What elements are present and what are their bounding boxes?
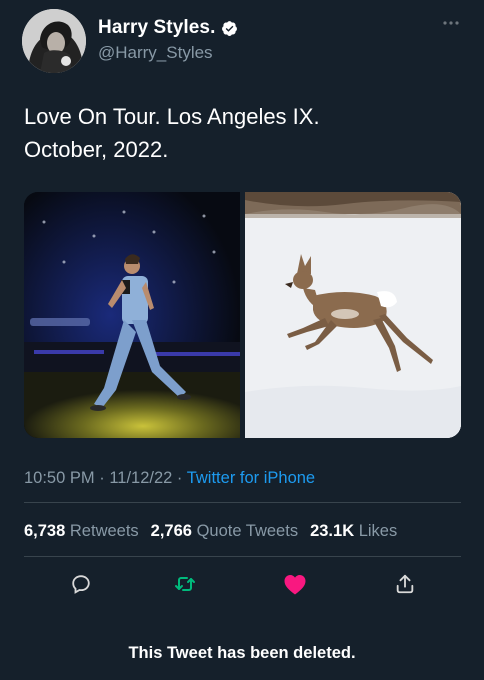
- quotes-label[interactable]: Quote Tweets: [197, 522, 299, 540]
- tweet-date[interactable]: 11/12/22: [109, 469, 172, 487]
- tweet-text: Love On Tour. Los Angeles IX. October, 2…: [24, 100, 454, 166]
- tweet-source-link[interactable]: Twitter for iPhone: [187, 469, 315, 487]
- share-icon[interactable]: [392, 571, 418, 597]
- deer-leaping-in-snow-photo[interactable]: [245, 192, 461, 438]
- tweet-time[interactable]: 10:50 PM: [24, 469, 95, 487]
- tweet-text-line-1: Love On Tour. Los Angeles IX.: [24, 104, 320, 129]
- handle[interactable]: @Harry_Styles: [98, 43, 213, 63]
- retweet-icon[interactable]: [172, 571, 198, 597]
- meta-separator: ·: [176, 469, 183, 487]
- retweets-label[interactable]: Retweets: [70, 522, 139, 540]
- avatar[interactable]: [22, 9, 86, 73]
- tweet-actions: [24, 566, 461, 602]
- divider: [24, 556, 461, 557]
- performer-on-stage-photo[interactable]: [24, 192, 240, 438]
- quotes-count[interactable]: 2,766: [151, 522, 192, 540]
- verified-badge-icon: [222, 20, 238, 36]
- reply-icon[interactable]: [68, 571, 94, 597]
- divider: [24, 502, 461, 503]
- tweet-text-line-2: October, 2022.: [24, 137, 169, 162]
- deleted-quote-notice: This Tweet has been deleted.: [128, 644, 356, 662]
- likes-label[interactable]: Likes: [359, 522, 398, 540]
- likes-count[interactable]: 23.1K: [310, 522, 354, 540]
- more-options-icon[interactable]: [442, 13, 460, 31]
- display-name[interactable]: Harry Styles.: [98, 17, 215, 39]
- heart-icon[interactable]: [282, 571, 308, 597]
- name-row: Harry Styles.: [98, 17, 238, 39]
- retweets-count[interactable]: 6,738: [24, 522, 65, 540]
- media-grid: [24, 192, 461, 438]
- meta-separator: ·: [99, 469, 105, 487]
- tweet-stats: 6,738 Retweets 2,766 Quote Tweets 23.1K Li…: [24, 522, 409, 541]
- tweet-header: Harry Styles. @Harry_Styles: [22, 9, 462, 73]
- tweet-meta: 10:50 PM · 11/12/22 · Twitter for iPhone: [24, 469, 315, 488]
